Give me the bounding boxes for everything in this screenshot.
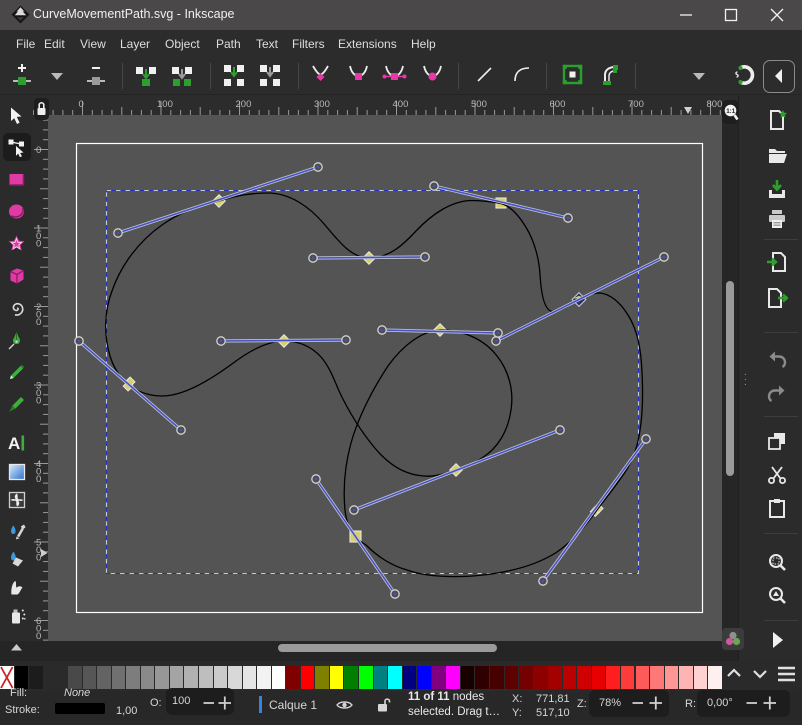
svg-text:800: 800 bbox=[707, 99, 723, 110]
svg-text:1:1: 1:1 bbox=[726, 108, 736, 115]
svg-text:700: 700 bbox=[628, 99, 644, 110]
svg-text:0: 0 bbox=[36, 631, 41, 641]
svg-text:0: 0 bbox=[36, 552, 41, 563]
svg-text:0: 0 bbox=[79, 99, 84, 110]
svg-text:A: A bbox=[8, 434, 20, 453]
svg-text:300: 300 bbox=[314, 99, 330, 110]
svg-text:600: 600 bbox=[550, 99, 566, 110]
svg-text:0: 0 bbox=[36, 317, 41, 328]
svg-text:400: 400 bbox=[393, 99, 409, 110]
svg-text:0: 0 bbox=[36, 395, 41, 406]
svg-text:0: 0 bbox=[36, 145, 41, 156]
svg-text:100: 100 bbox=[157, 99, 173, 110]
svg-text:0: 0 bbox=[36, 238, 41, 249]
svg-text:200: 200 bbox=[236, 99, 252, 110]
svg-text:500: 500 bbox=[471, 99, 487, 110]
svg-text:0: 0 bbox=[36, 474, 41, 485]
